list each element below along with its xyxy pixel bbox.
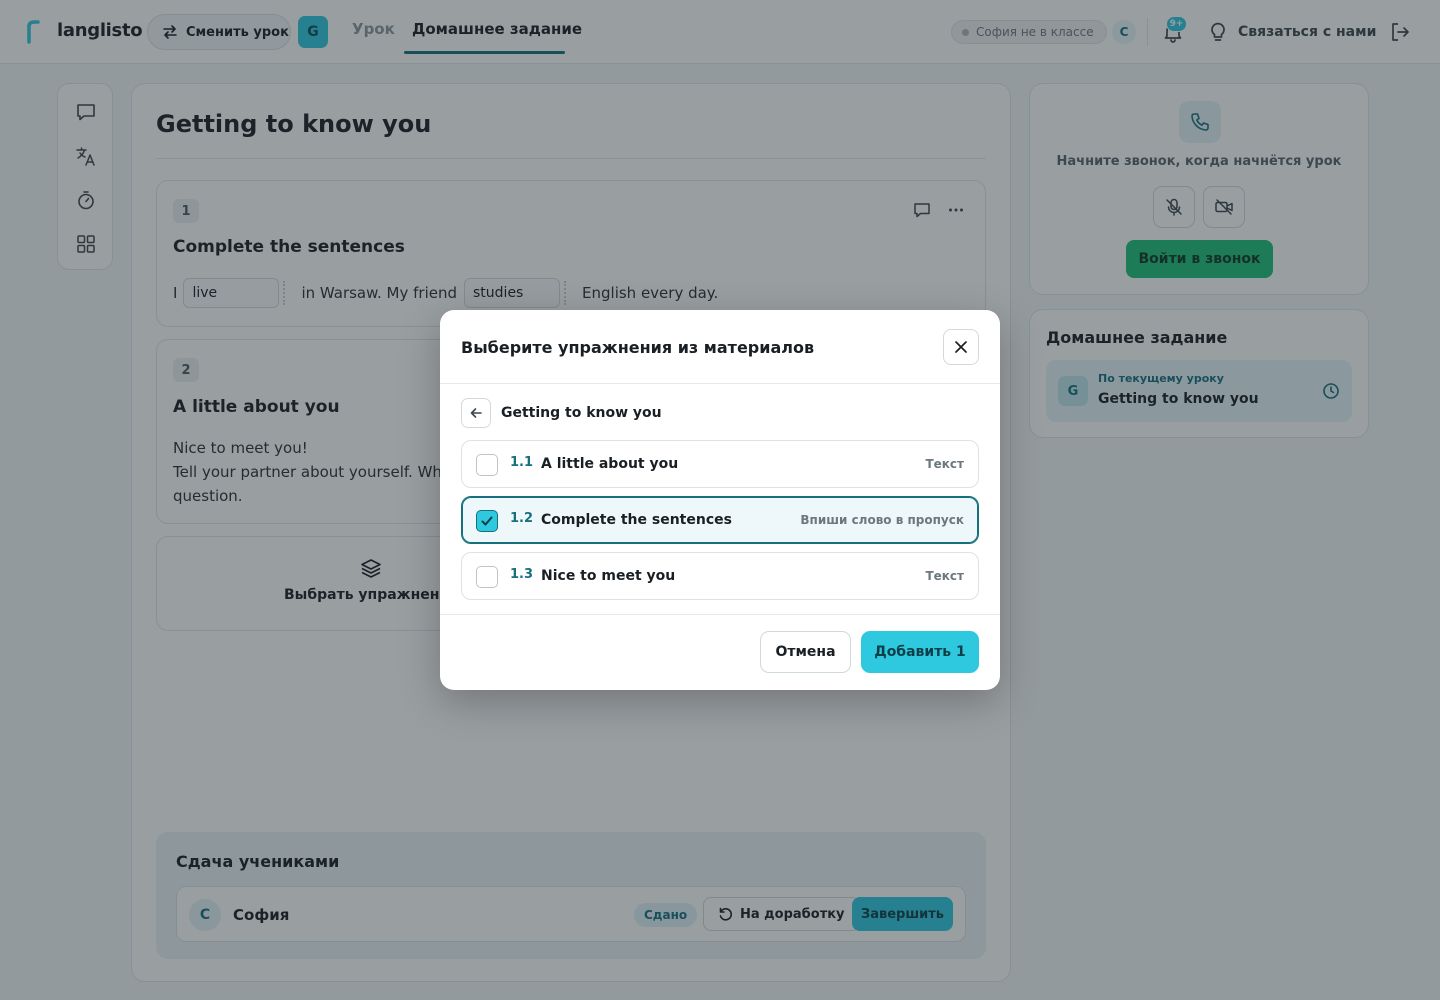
exercise-checkbox[interactable] <box>476 566 498 588</box>
exercise-option-number: 1.3 <box>510 567 534 582</box>
arrow-left-icon <box>470 408 482 418</box>
close-icon <box>955 341 967 353</box>
modal-divider <box>440 614 1000 615</box>
add-button[interactable]: Добавить 1 <box>861 631 979 673</box>
modal-title: Выберите упражнения из материалов <box>461 338 815 357</box>
breadcrumb: Getting to know you <box>501 405 662 421</box>
exercise-checkbox[interactable] <box>476 510 498 532</box>
exercise-option[interactable]: 1.1 A little about you Текст <box>461 440 979 488</box>
exercise-option-name: A little about you <box>541 456 679 472</box>
exercise-option[interactable]: 1.3 Nice to meet you Текст <box>461 552 979 600</box>
select-exercises-modal: Выберите упражнения из материалов Gettin… <box>440 310 1000 690</box>
back-button[interactable] <box>461 398 491 428</box>
cancel-button[interactable]: Отмена <box>760 631 851 673</box>
exercise-option-type: Текст <box>925 457 964 471</box>
exercise-option-type: Впиши слово в пропуск <box>800 513 964 527</box>
close-button[interactable] <box>943 329 979 365</box>
exercise-option-number: 1.1 <box>510 455 534 470</box>
exercise-option-name: Complete the sentences <box>541 512 732 528</box>
modal-divider <box>440 383 1000 384</box>
exercise-option-type: Текст <box>925 569 964 583</box>
check-icon <box>481 516 493 526</box>
exercise-option-number: 1.2 <box>510 511 534 526</box>
exercise-checkbox[interactable] <box>476 454 498 476</box>
exercise-option[interactable]: 1.2 Complete the sentences Впиши слово в… <box>461 496 979 544</box>
exercise-option-name: Nice to meet you <box>541 568 676 584</box>
